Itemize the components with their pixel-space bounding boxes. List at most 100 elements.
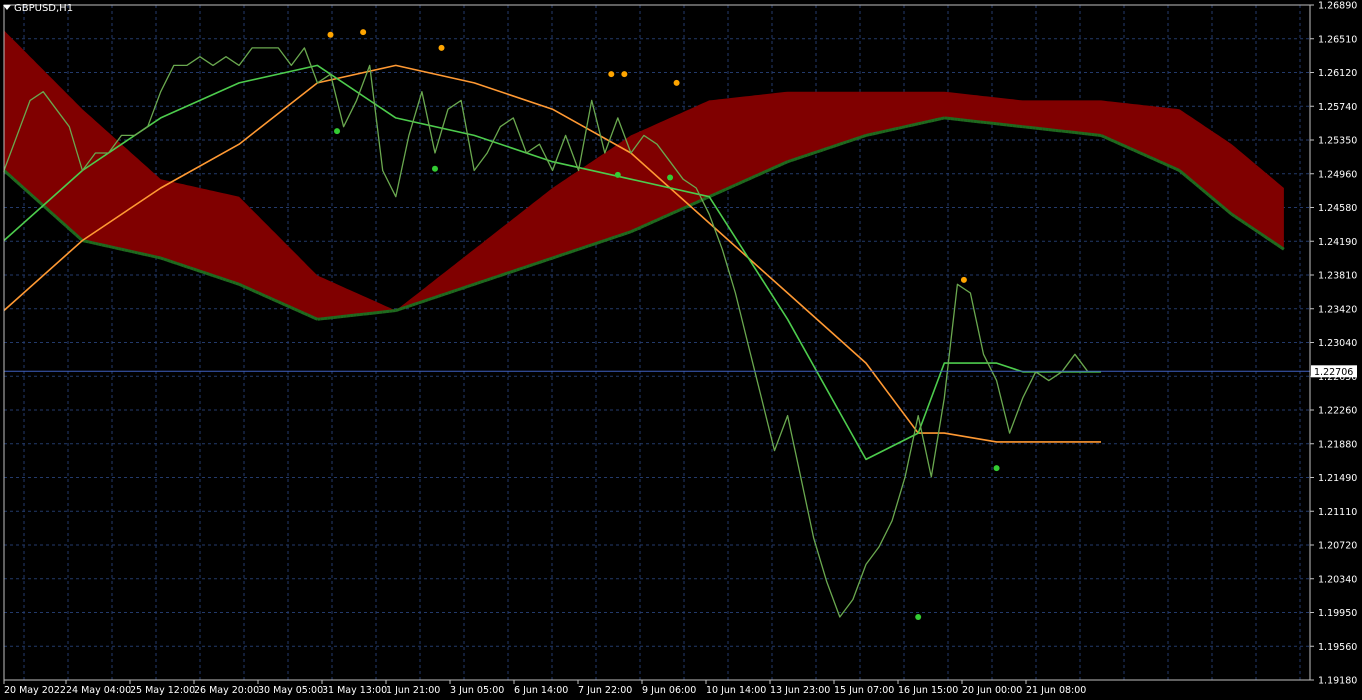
span-b-line-segment <box>313 316 319 321</box>
span-b-line-segment <box>1253 228 1259 233</box>
span-b-line-segment <box>463 285 469 289</box>
span-b-line-segment <box>875 131 880 135</box>
span-b-line-segment <box>131 249 135 254</box>
span-b-line-segment <box>166 258 171 263</box>
span-b-line-segment <box>444 291 449 296</box>
span-b-line-segment <box>927 119 932 124</box>
fractal-down-marker <box>614 171 621 178</box>
x-tick-label: 26 May 20:00 <box>194 685 259 696</box>
span-b-line-segment <box>672 209 678 215</box>
span-b-line-segment <box>646 221 652 226</box>
span-b-line-segment <box>254 290 260 295</box>
span-b-line-segment <box>878 130 883 134</box>
span-b-line-segment <box>574 247 580 252</box>
fractal-up-marker <box>608 71 615 78</box>
y-tick-label: 1.25740 <box>1318 102 1357 113</box>
span-b-line-segment <box>724 186 730 191</box>
span-b-line-segment <box>614 234 619 239</box>
span-b-line-segment <box>891 127 896 132</box>
span-b-line-segment <box>565 251 570 256</box>
price-chart[interactable]: 1.26890 1.26510 1.26120 1.25740 1.25350 1.249… <box>0 0 1362 700</box>
span-b-line-segment <box>1247 223 1253 229</box>
span-b-line-segment <box>682 205 687 210</box>
x-tick-label: 7 Jun 22:00 <box>578 685 632 696</box>
span-b-line-segment <box>264 294 270 299</box>
span-b-line-segment <box>754 173 759 178</box>
span-b-line-segment <box>1139 151 1145 156</box>
span-b-line-segment <box>623 231 629 236</box>
span-b-line-segment <box>228 279 234 284</box>
span-b-line-segment <box>555 254 560 259</box>
span-b-line-segment <box>675 208 681 213</box>
span-b-line-segment <box>601 239 606 244</box>
span-b-line-segment <box>845 139 851 144</box>
dropdown-triangle-icon[interactable] <box>3 5 11 10</box>
span-b-line-segment <box>604 237 609 242</box>
span-b-line-segment <box>101 243 106 248</box>
span-b-line-segment <box>1227 210 1233 216</box>
span-b-line-segment <box>773 164 779 169</box>
span-b-line-segment <box>232 280 237 285</box>
span-b-line-segment <box>303 312 309 317</box>
span-b-line-segment <box>395 308 400 312</box>
span-b-line-segment <box>297 309 302 314</box>
span-b-line-segment <box>734 182 740 187</box>
span-b-line-segment <box>904 124 909 129</box>
span-b-line-segment <box>398 306 403 311</box>
span-b-line-segment <box>467 283 472 288</box>
x-tick-label: 20 May 2022 <box>4 685 66 696</box>
span-b-line-segment <box>1230 212 1236 218</box>
span-b-line-segment <box>858 135 864 140</box>
y-tick-label: 1.19560 <box>1318 642 1357 653</box>
span-b-line-segment <box>519 266 524 271</box>
span-b-line-segment <box>872 131 877 136</box>
span-b-line-segment <box>1237 217 1243 223</box>
chart-window[interactable]: 1.26890 1.26510 1.26120 1.25740 1.25350 1.249… <box>0 0 1362 700</box>
span-b-line-segment <box>855 136 860 141</box>
chart-axes: 1.26890 1.26510 1.26120 1.25740 1.25350 1.249… <box>3 1 1357 696</box>
span-b-line-segment <box>104 244 109 248</box>
span-b-line-segment <box>940 116 945 121</box>
span-b-line-segment <box>258 291 263 296</box>
span-b-line-segment <box>1172 166 1177 171</box>
span-b-line-segment <box>1120 142 1125 148</box>
y-tick-label: 1.24960 <box>1318 169 1357 180</box>
span-b-line-segment <box>1260 232 1266 238</box>
span-b-line-segment <box>659 215 665 220</box>
span-b-line-segment <box>127 249 132 253</box>
span-b-line-segment <box>1211 196 1217 202</box>
x-tick-label: 16 Jun 15:00 <box>898 685 958 696</box>
span-b-line-segment <box>1152 157 1158 162</box>
span-b-line-segment <box>1106 136 1112 142</box>
span-b-line-segment <box>496 274 501 279</box>
span-b-line-segment <box>454 288 459 293</box>
x-tick-label: 6 Jun 14:00 <box>514 685 568 696</box>
span-b-line-segment <box>114 246 119 250</box>
span-b-line-segment <box>486 277 491 282</box>
span-b-line-segment <box>1142 153 1148 158</box>
y-tick-label: 1.23420 <box>1318 304 1357 315</box>
x-tick-label: 15 Jun 07:00 <box>834 685 894 696</box>
span-b-line-segment <box>545 257 550 262</box>
indicator-lines <box>3 64 1101 461</box>
span-b-line-segment <box>640 224 645 229</box>
span-b-line-segment <box>499 273 505 277</box>
x-tick-label: 10 Jun 14:00 <box>706 685 766 696</box>
span-b-line-segment <box>418 300 423 305</box>
span-b-line-segment <box>525 264 531 269</box>
span-b-line-segment <box>144 252 148 257</box>
symbol-timeframe-label[interactable]: GBPUSD,H1 <box>3 3 73 15</box>
span-b-line-segment <box>1103 135 1109 140</box>
x-tick-label: 21 Jun 08:00 <box>1026 685 1086 696</box>
span-b-line-segment <box>1175 167 1181 172</box>
fractal-down-marker <box>431 165 438 172</box>
span-b-line-segment <box>1279 245 1285 251</box>
fractal-down-marker <box>667 174 674 181</box>
span-b-line-segment <box>244 285 250 291</box>
span-b-line-segment <box>721 188 727 193</box>
span-b-line-segment <box>1155 158 1161 164</box>
span-b-line-segment <box>901 125 906 129</box>
fractal-up-marker <box>360 29 367 36</box>
span-b-line-segment <box>617 233 622 238</box>
span-b-line-segment <box>157 255 162 260</box>
